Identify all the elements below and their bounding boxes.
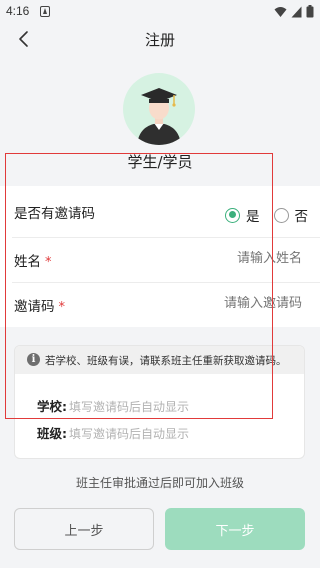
role-label: 学生/学员: [127, 153, 193, 171]
signal-icon: [291, 6, 302, 17]
class-label: 班级:: [37, 426, 67, 441]
wifi-icon: [274, 6, 287, 17]
invite-code-label: 邀请码 *: [14, 295, 65, 315]
radio-no-label[interactable]: 否: [295, 205, 309, 225]
name-label-text: 姓名: [14, 254, 41, 270]
school-label: 学校:: [37, 399, 67, 414]
invite-code-toggle-row: 是否有邀请码 是 否: [0, 186, 320, 233]
name-label: 姓名 *: [14, 250, 52, 270]
invite-radio-group: 是 否: [225, 205, 308, 225]
radio-yes[interactable]: [225, 207, 240, 223]
status-bar: 4:16: [0, 0, 320, 24]
invite-code-row: 邀请码 *: [0, 283, 320, 330]
required-mark: *: [45, 255, 52, 270]
status-icons: [274, 5, 314, 18]
battery-icon: [306, 5, 314, 18]
student-avatar: [123, 73, 195, 145]
school-value: 填写邀请码后自动显示: [69, 400, 190, 414]
class-value: 填写邀请码后自动显示: [69, 427, 190, 441]
page-title: 注册: [144, 31, 175, 49]
class-row: 班级: 填写邀请码后自动显示: [37, 423, 189, 442]
invite-code-input[interactable]: [172, 296, 302, 311]
radio-no[interactable]: [273, 207, 289, 223]
approval-note: 班主任审批通过后即可加入班级: [75, 476, 244, 490]
invite-code-label-text: 邀请码: [14, 299, 55, 315]
info-icon: i: [27, 353, 40, 366]
name-input[interactable]: [172, 251, 302, 266]
radio-yes-label[interactable]: 是: [246, 205, 260, 225]
student-graduate-icon: [137, 88, 181, 145]
next-step-button[interactable]: 下一步: [165, 508, 305, 550]
notification-icon: [40, 6, 50, 17]
required-mark: *: [58, 300, 66, 315]
status-time: 4:16: [6, 4, 30, 18]
previous-step-button[interactable]: 上一步: [14, 508, 154, 550]
invite-question-label: 是否有邀请码: [14, 206, 95, 222]
notice-bar: i 若学校、班级有误，请联系班主任重新获取邀请码。: [15, 346, 304, 374]
notice-text: 若学校、班级有误，请联系班主任重新获取邀请码。: [45, 355, 287, 367]
school-row: 学校: 填写邀请码后自动显示: [37, 396, 189, 415]
class-info-card: i 若学校、班级有误，请联系班主任重新获取邀请码。 学校: 填写邀请码后自动显示…: [14, 345, 305, 459]
registration-form: 是否有邀请码 是 否 姓名* 邀请码*: [0, 186, 320, 327]
header: 注册: [0, 24, 320, 54]
name-row: 姓名 *: [0, 238, 320, 285]
